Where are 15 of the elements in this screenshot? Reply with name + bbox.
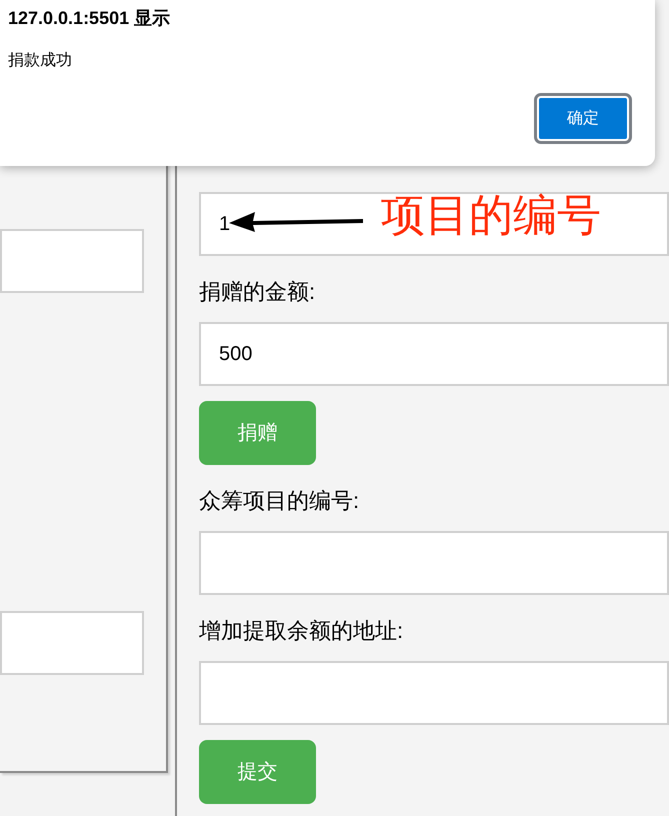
dialog-title: 127.0.0.1:5501 显示 xyxy=(8,7,170,30)
dialog-message: 捐款成功 xyxy=(8,50,72,71)
field-label: 增加提取余额的地址: xyxy=(199,617,404,645)
arrow-icon xyxy=(229,210,363,234)
field-label: 捐赠的金额: xyxy=(199,278,316,306)
input-field[interactable]: 500 xyxy=(199,322,669,386)
input-field[interactable] xyxy=(0,611,144,675)
submit-button[interactable]: 捐赠 xyxy=(199,401,316,465)
annotation-text: 项目的编号 xyxy=(381,190,601,242)
input-field[interactable] xyxy=(199,661,669,725)
submit-button[interactable]: 提交 xyxy=(199,740,316,804)
ok-button[interactable]: 确定 xyxy=(537,96,629,141)
field-label: 众筹项目的编号: xyxy=(199,487,360,515)
input-field[interactable] xyxy=(0,229,144,293)
input-field[interactable] xyxy=(199,531,669,595)
